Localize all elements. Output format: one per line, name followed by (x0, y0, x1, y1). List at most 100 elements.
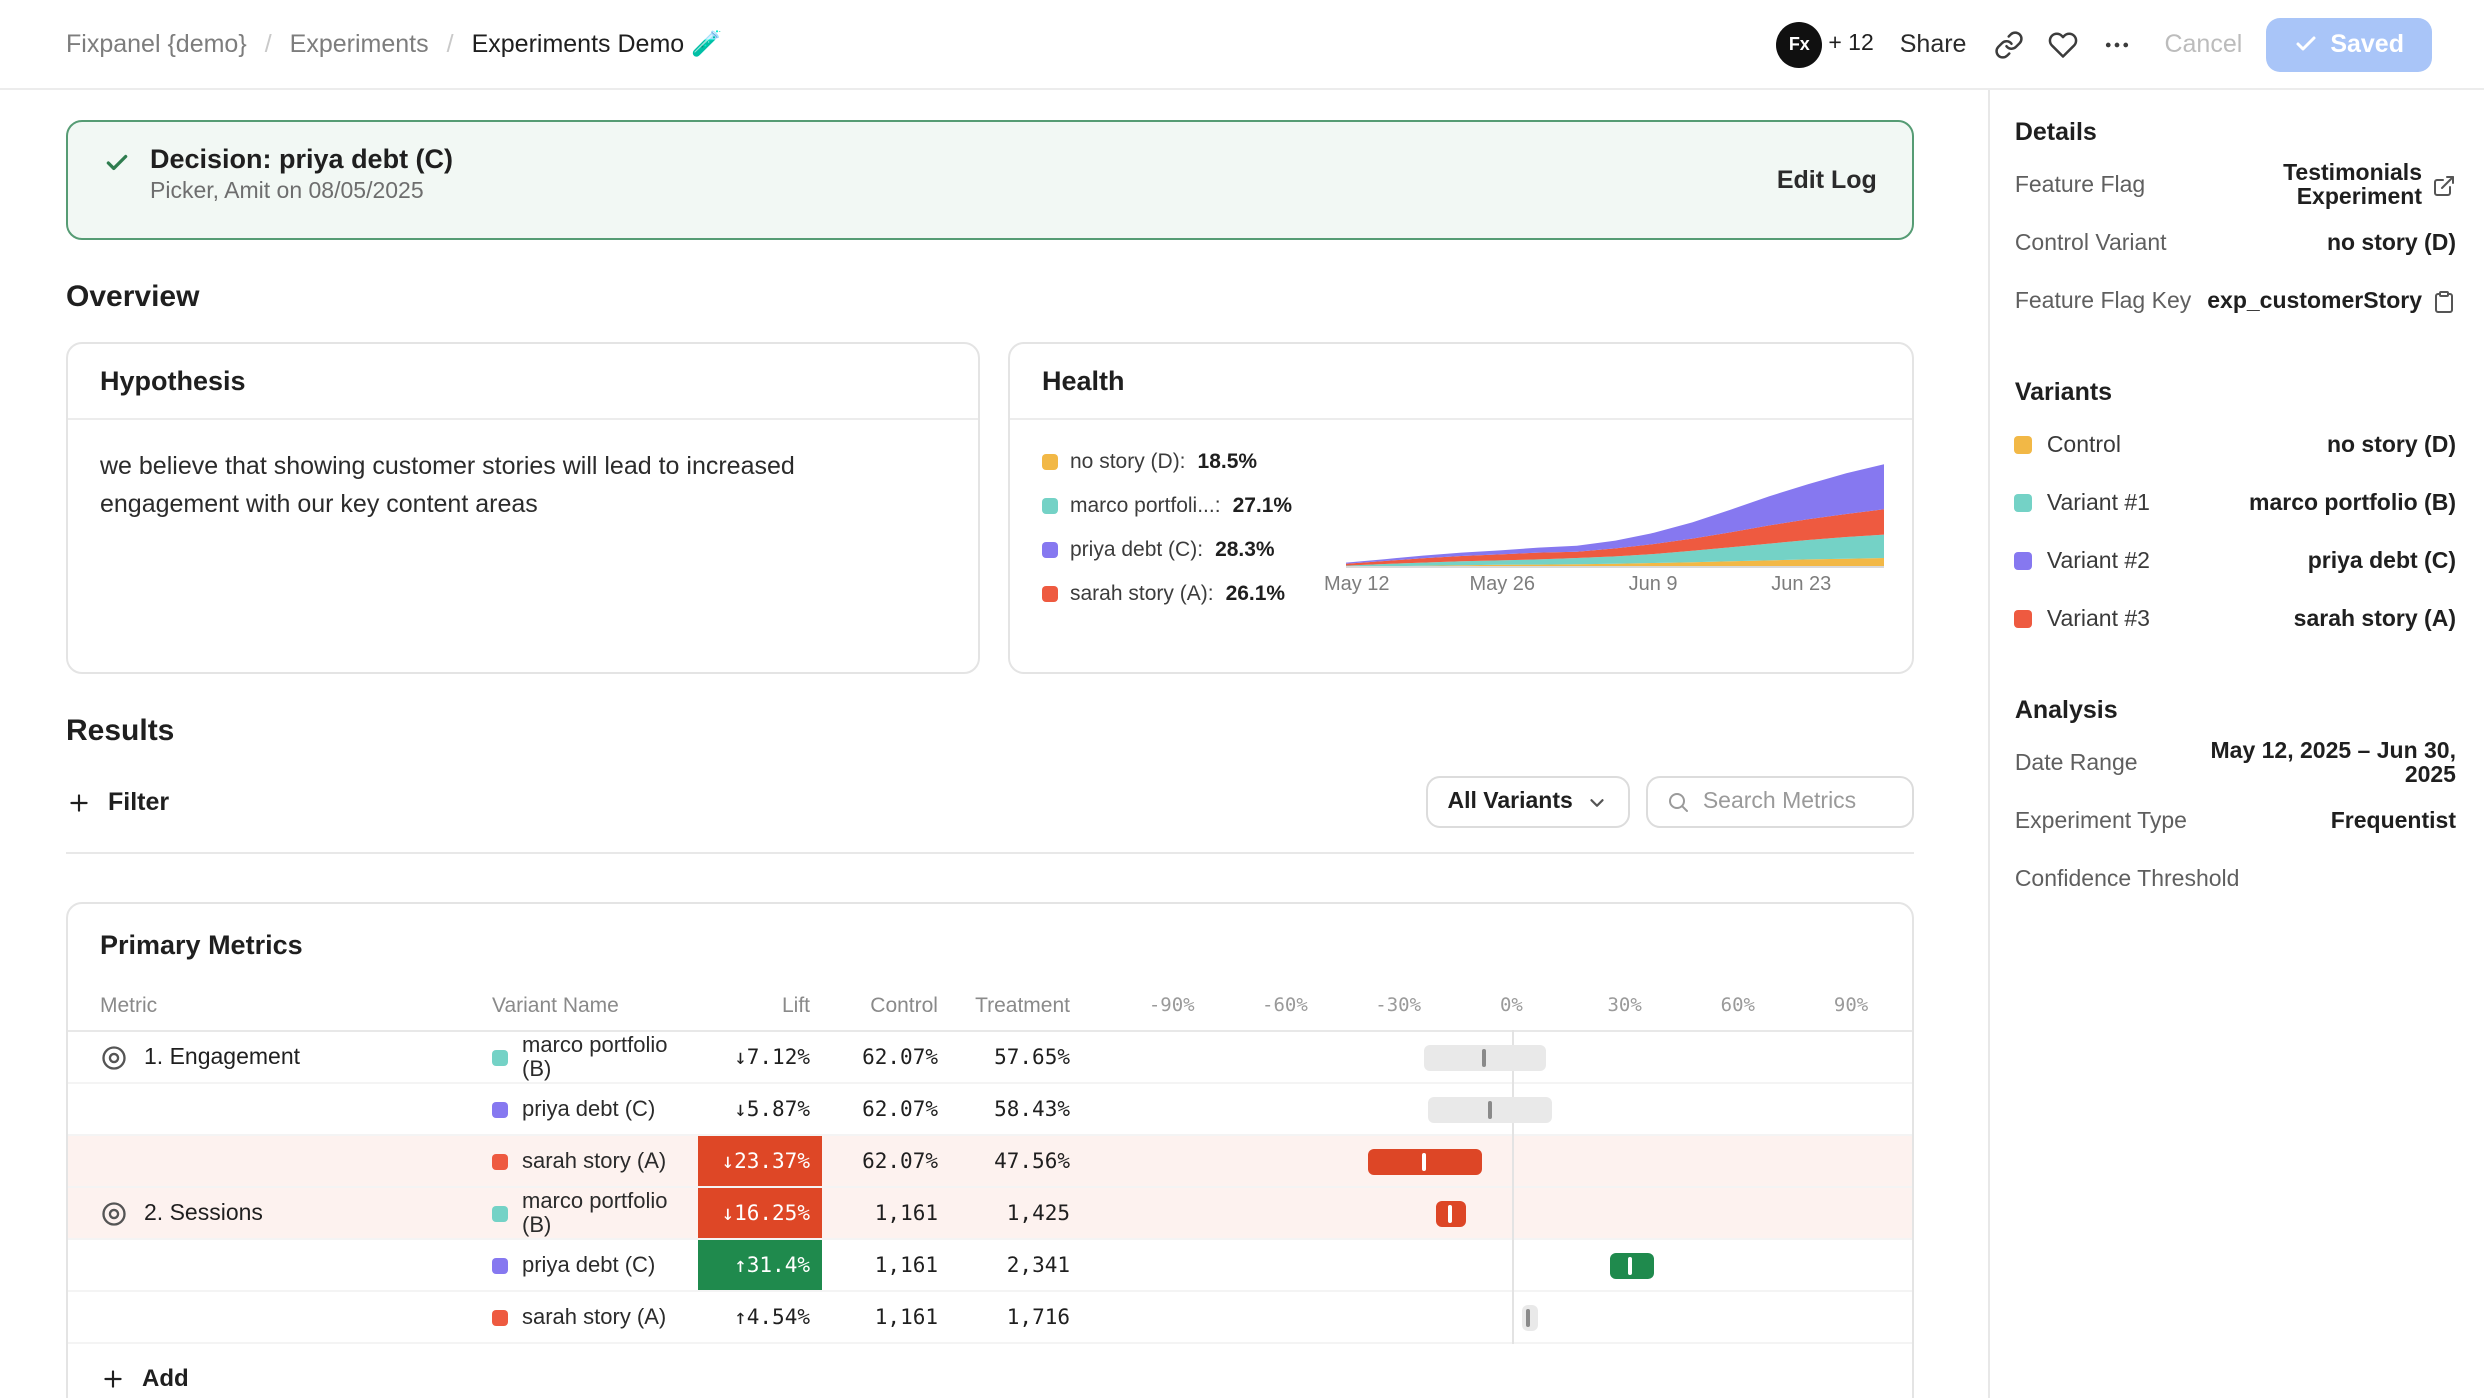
legend-label: sarah story (A): (1070, 582, 1214, 606)
variants-filter-dropdown[interactable]: All Variants (1426, 776, 1631, 828)
analysis-row-experiment-type: Experiment Type Frequentist (2015, 792, 2456, 850)
detail-label: Feature Flag (2015, 173, 2145, 197)
health-legend: no story (D): 18.5% marco portfoli...: 2… (1042, 450, 1346, 606)
point-estimate-tick (1483, 1048, 1487, 1066)
cancel-button[interactable]: Cancel (2164, 30, 2242, 58)
analysis-row-date-range: Date Range May 12, 2025 – Jun 30, 2025 (2015, 734, 2456, 792)
feature-flag-value: Testimonials Experiment (2161, 161, 2422, 209)
confidence-interval-bar (1436, 1200, 1466, 1226)
lift-cell: ↑4.54% (698, 1292, 822, 1342)
variant-row-1: Variant #1 marco portfolio (B) (2015, 474, 2456, 532)
copy-key-button[interactable] (2432, 289, 2456, 313)
feature-flag-link[interactable]: Testimonials Experiment (2161, 161, 2456, 209)
metric-cell: 1. Engagement (68, 1032, 462, 1082)
column-header-control: Control (822, 993, 950, 1017)
avatar[interactable]: Fx (1776, 21, 1822, 67)
lift-cell: ↓7.12% (698, 1032, 822, 1082)
variant-swatch (492, 1257, 508, 1273)
analysis-heading: Analysis (2015, 696, 2456, 724)
axis-tick-label: -30% (1375, 994, 1421, 1016)
analysis-label: Experiment Type (2015, 809, 2187, 833)
lift-value: ↓16.25% (721, 1201, 810, 1225)
favorite-button[interactable] (2036, 17, 2090, 71)
variant-swatch (2015, 494, 2033, 512)
legend-item: marco portfoli...: 27.1% (1042, 494, 1346, 518)
variant-row-3: Variant #3 sarah story (A) (2015, 590, 2456, 648)
hypothesis-title: Hypothesis (68, 344, 978, 420)
top-bar: Fixpanel {demo} / Experiments / Experime… (0, 0, 2484, 90)
metric-target-icon (100, 1199, 128, 1227)
breadcrumb-item-project[interactable]: Fixpanel {demo} (66, 30, 247, 58)
x-axis-label: Jun 23 (1771, 574, 1831, 596)
more-options-button[interactable] (2090, 17, 2144, 71)
axis-tick-label: 90% (1834, 994, 1868, 1016)
decision-banner: Decision: priya debt (C) Picker, Amit on… (66, 120, 1915, 240)
breadcrumb-item-experiments[interactable]: Experiments (290, 30, 429, 58)
breadcrumb-item-current[interactable]: Experiments Demo 🧪 (472, 29, 723, 59)
legend-item: priya debt (C): 28.3% (1042, 538, 1346, 562)
x-axis-label: Jun 9 (1629, 574, 1678, 596)
lift-value: ↑4.54% (734, 1305, 810, 1329)
column-header-metric: Metric (68, 993, 462, 1017)
table-header: Metric Variant Name Lift Control Treatme… (68, 980, 1913, 1032)
variant-swatch (2015, 610, 2033, 628)
breadcrumb-separator: / (265, 30, 272, 58)
variant-label-text: Variant #3 (2047, 607, 2150, 631)
analysis-label: Date Range (2015, 751, 2138, 775)
legend-item: sarah story (A): 26.1% (1042, 582, 1346, 606)
lift-cell: ↓16.25% (698, 1188, 822, 1238)
treatment-cell: 57.65% (950, 1032, 1082, 1082)
axis-tick-label: -90% (1149, 994, 1195, 1016)
table-row[interactable]: 2. Sessions marco portfolio (B) ↓16.25% … (68, 1188, 1913, 1240)
variant-label: Control (2015, 433, 2121, 457)
edit-log-button[interactable]: Edit Log (1777, 166, 1877, 194)
column-header-treatment: Treatment (950, 993, 1082, 1017)
lift-value: ↓5.87% (734, 1097, 810, 1121)
ci-chart-cell (1134, 1032, 1889, 1082)
table-row[interactable]: priya debt (C) ↑31.4% 1,161 2,341 (68, 1240, 1913, 1292)
confidence-interval-bar (1368, 1148, 1481, 1174)
plus-icon (66, 789, 92, 815)
share-button[interactable]: Share (1900, 30, 1967, 58)
variant-cell: sarah story (A) (462, 1136, 674, 1186)
variant-label-text: Control (2047, 433, 2121, 457)
legend-swatch (1042, 498, 1058, 514)
variants-heading: Variants (2015, 378, 2456, 406)
collaborator-count[interactable]: + 12 (1828, 32, 1873, 56)
variant-row-control: Control no story (D) (2015, 416, 2456, 474)
variant-cell: sarah story (A) (462, 1292, 674, 1342)
table-row[interactable]: 1. Engagement marco portfolio (B) ↓7.12%… (68, 1032, 1913, 1084)
column-header-lift: Lift (674, 993, 822, 1017)
lift-cell: ↑31.4% (698, 1240, 822, 1290)
search-metrics-input[interactable] (1703, 790, 1895, 814)
variant-swatch (492, 1101, 508, 1117)
results-toolbar: Filter All Variants (66, 776, 1915, 828)
saved-button[interactable]: Saved (2266, 17, 2432, 71)
filter-label: Filter (108, 788, 169, 816)
table-row[interactable]: priya debt (C) ↓5.87% 62.07% 58.43% (68, 1084, 1913, 1136)
variant-value: marco portfolio (B) (2249, 491, 2456, 515)
variant-cell: marco portfolio (B) (462, 1032, 674, 1082)
copy-link-button[interactable] (1982, 17, 2036, 71)
chevron-down-icon (1587, 791, 1609, 813)
health-chart-svg (1346, 452, 1885, 568)
variant-label-text: Variant #2 (2047, 549, 2150, 573)
variant-name: priya debt (C) (522, 1097, 655, 1121)
topbar-actions: Fx + 12 Share Cancel Saved (1776, 17, 2432, 71)
clipboard-icon (2432, 289, 2456, 313)
add-metric-button[interactable]: Add (68, 1344, 189, 1398)
metric-name: 1. Engagement (144, 1045, 300, 1069)
results-heading: Results (66, 714, 1915, 748)
detail-row-feature-flag-key: Feature Flag Key exp_customerStory (2015, 272, 2456, 330)
table-row[interactable]: sarah story (A) ↓23.37% 62.07% 47.56% (68, 1136, 1913, 1188)
hypothesis-card: Hypothesis we believe that showing custo… (66, 342, 980, 674)
legend-value: 28.3% (1215, 538, 1275, 562)
confidence-interval-bar (1428, 1096, 1553, 1122)
variant-name: priya debt (C) (522, 1253, 655, 1277)
x-axis-label: May 26 (1469, 574, 1535, 596)
add-filter-button[interactable]: Filter (66, 788, 169, 816)
variant-name: marco portfolio (B) (522, 1033, 674, 1081)
table-row[interactable]: sarah story (A) ↑4.54% 1,161 1,716 (68, 1292, 1913, 1344)
treatment-cell: 58.43% (950, 1084, 1082, 1134)
legend-label: priya debt (C): (1070, 538, 1203, 562)
